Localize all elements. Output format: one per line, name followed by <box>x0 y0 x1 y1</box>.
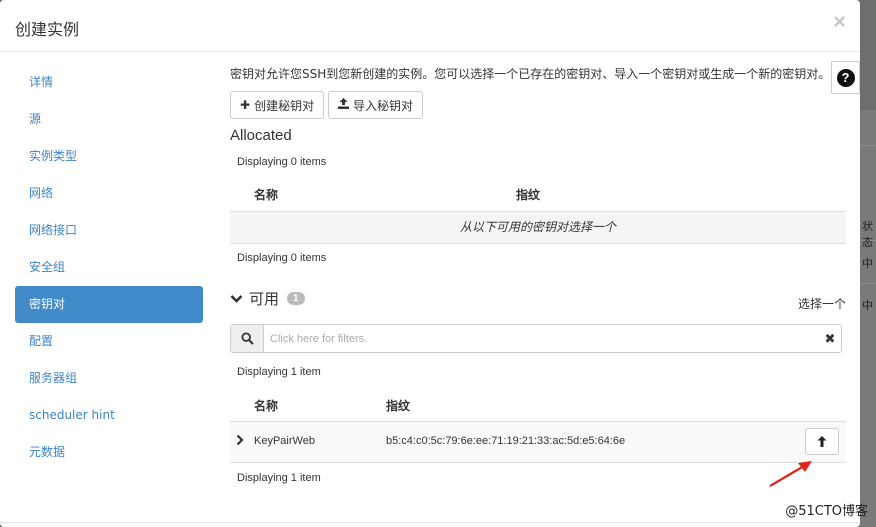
allocated-empty-message: 从以下可用的密钥对选择一个 <box>230 212 846 243</box>
sidebar-item-source[interactable]: 源 <box>15 101 203 138</box>
create-instance-modal: 创建实例 × 详情 源 实例类型 网络 网络接口 安全组 密钥对 配置 服务器组… <box>0 0 860 527</box>
allocated-col-name: 名称 <box>254 188 279 202</box>
sidebar-item-network-ports[interactable]: 网络接口 <box>15 212 203 249</box>
create-key-pair-label: 创建秘钥对 <box>254 98 315 113</box>
background-cell: 状态 <box>862 220 873 249</box>
key-pair-fingerprint: b5:c4:c0:5c:79:6e:ee:71:19:21:33:ac:5d:e… <box>386 435 626 447</box>
select-one-label: 选择一个 <box>797 297 846 311</box>
sidebar-item-metadata[interactable]: 元数据 <box>15 434 203 471</box>
sidebar-item-security-groups[interactable]: 安全组 <box>15 249 203 286</box>
allocated-count-bottom: Displaying 0 items <box>237 252 327 264</box>
table-row: KeyPairWeb b5:c4:c0:5c:79:6e:ee:71:19:21… <box>230 422 846 462</box>
sidebar-item-flavor[interactable]: 实例类型 <box>15 138 203 175</box>
allocated-title: Allocated <box>230 127 292 144</box>
chevron-right-icon[interactable] <box>236 434 244 449</box>
background-divider <box>860 145 876 146</box>
background-cell: 中 <box>862 299 873 312</box>
import-key-pair-button[interactable]: 导入秘钥对 <box>328 91 424 119</box>
available-count-bottom: Displaying 1 item <box>237 472 321 484</box>
available-count-top: Displaying 1 item <box>237 366 321 378</box>
clear-filter-icon[interactable]: ✖ <box>819 325 841 352</box>
filter-input[interactable] <box>264 325 819 352</box>
allocated-count-top: Displaying 0 items <box>237 156 327 168</box>
create-key-pair-button[interactable]: ✚ 创建秘钥对 <box>230 91 325 119</box>
sidebar-item-server-groups[interactable]: 服务器组 <box>15 360 203 397</box>
question-icon: ? <box>836 68 855 87</box>
divider <box>230 462 846 463</box>
allocated-col-fingerprint: 指纹 <box>516 188 541 202</box>
sidebar-item-configuration[interactable]: 配置 <box>15 323 203 360</box>
modal-header: 创建实例 × <box>0 0 860 52</box>
plus-icon: ✚ <box>240 98 251 112</box>
available-col-name: 名称 <box>254 399 279 413</box>
background-divider <box>860 283 876 284</box>
modal-footer-divider <box>0 522 860 523</box>
sidebar-item-key-pair[interactable]: 密钥对 <box>15 286 203 323</box>
watermark: @51CTO博客 <box>785 504 868 519</box>
close-icon[interactable]: × <box>833 11 846 33</box>
annotation-arrow-icon <box>769 461 812 487</box>
available-count-badge: 1 <box>287 292 305 305</box>
key-pair-name: KeyPairWeb <box>254 435 315 447</box>
chevron-down-icon <box>230 291 243 307</box>
key-pair-description: 密钥对允许您SSH到您新创建的实例。您可以选择一个已存在的密钥对、导入一个密钥对… <box>230 67 831 81</box>
key-pair-panel: 密钥对允许您SSH到您新创建的实例。您可以选择一个已存在的密钥对、导入一个密钥对… <box>230 52 860 527</box>
available-col-fingerprint: 指纹 <box>386 399 411 413</box>
divider <box>230 243 846 244</box>
sidebar-item-details[interactable]: 详情 <box>15 64 203 101</box>
modal-title: 创建实例 <box>15 20 80 39</box>
help-button[interactable]: ? <box>831 61 860 94</box>
background-cell: 中 <box>862 257 873 270</box>
wizard-sidebar: 详情 源 实例类型 网络 网络接口 安全组 密钥对 配置 服务器组 schedu… <box>15 64 203 471</box>
available-section-toggle[interactable]: 可用 1 <box>230 288 305 309</box>
upload-icon <box>338 98 349 112</box>
background-table-strip <box>860 110 876 527</box>
available-title: 可用 <box>249 290 280 308</box>
sidebar-item-scheduler-hint[interactable]: scheduler hint <box>15 397 203 434</box>
search-icon[interactable] <box>231 325 264 352</box>
allocate-key-pair-button[interactable] <box>805 428 839 455</box>
filter-bar: ✖ <box>230 324 842 353</box>
import-key-pair-label: 导入秘钥对 <box>353 98 414 113</box>
sidebar-item-networks[interactable]: 网络 <box>15 175 203 212</box>
arrow-up-icon <box>817 436 827 447</box>
